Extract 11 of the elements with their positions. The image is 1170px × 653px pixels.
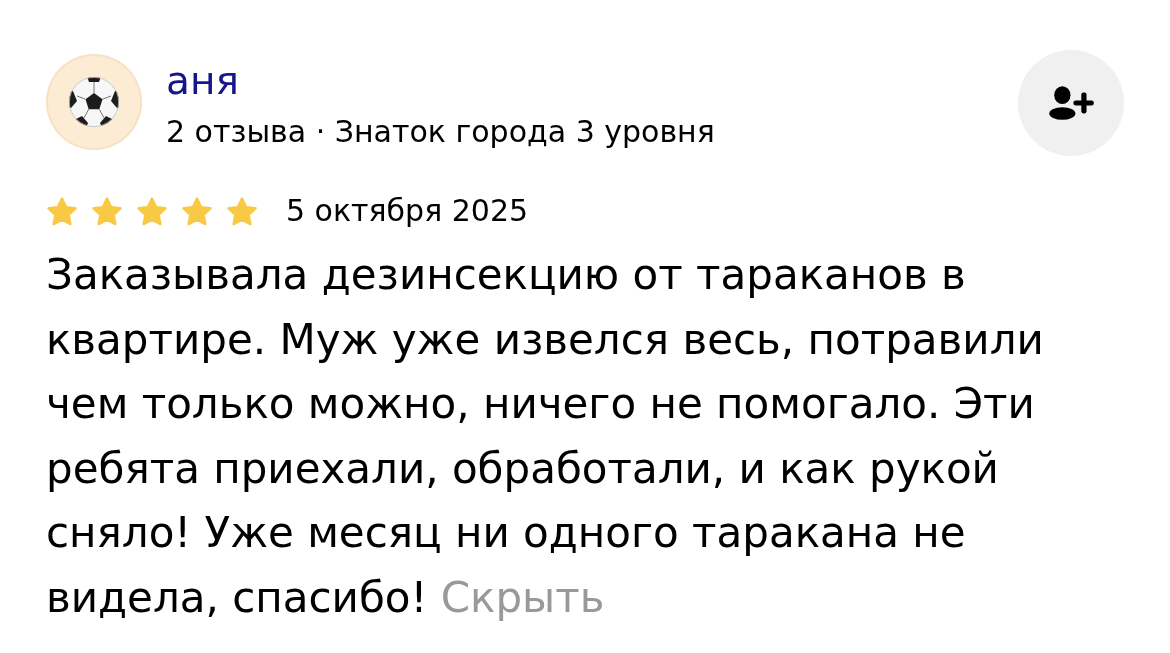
star-icon xyxy=(46,196,78,226)
star-icon xyxy=(226,196,258,226)
author-meta: 2 отзыва · Знаток города 3 уровня xyxy=(166,114,715,150)
add-user-icon xyxy=(1048,86,1094,120)
star-icon xyxy=(136,196,168,226)
review-text: Заказывала дезинсекцию от тараканов в квартире. Муж уже извелся весь, потравили чем только можно, ничего не помогало. Эти ребята приехали, обработали, и как рукой сняло! Уже месяц ни одного таракана не видела, спасибо! Скрыть xyxy=(46,249,1045,624)
star-icon xyxy=(181,196,213,226)
review-date: 5 октября 2025 xyxy=(286,193,529,229)
author-name[interactable]: аня xyxy=(166,58,239,104)
soccer-ball-icon xyxy=(68,76,120,128)
star-icon xyxy=(91,196,123,226)
